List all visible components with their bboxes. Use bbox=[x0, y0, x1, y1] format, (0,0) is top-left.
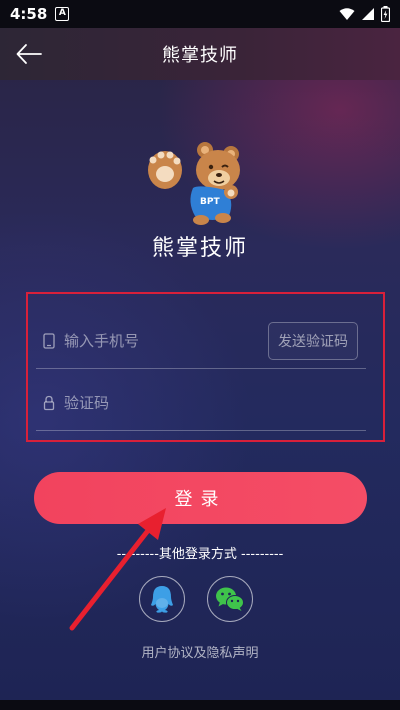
phone-field-row: 发送验证码 bbox=[36, 313, 366, 369]
wechat-icon bbox=[216, 587, 244, 611]
other-login-label: ---------其他登录方式 --------- bbox=[116, 547, 284, 562]
phone-icon bbox=[43, 332, 55, 349]
svg-text:BPT: BPT bbox=[200, 197, 220, 207]
status-icons bbox=[339, 6, 390, 22]
navigation-bar bbox=[0, 700, 400, 710]
code-field-row bbox=[36, 375, 366, 431]
wifi-icon bbox=[339, 8, 355, 20]
wechat-login-button[interactable] bbox=[207, 576, 253, 622]
status-time: 4:58 bbox=[10, 5, 48, 23]
brand-name: 熊掌技师 bbox=[151, 236, 248, 261]
back-arrow-icon[interactable] bbox=[14, 40, 44, 68]
page-title: 熊掌技师 bbox=[162, 45, 238, 66]
send-code-button[interactable]: 发送验证码 bbox=[268, 321, 358, 360]
login-button[interactable]: 登录 bbox=[34, 472, 367, 524]
notification-icon: A bbox=[55, 7, 70, 21]
signal-icon bbox=[362, 8, 374, 20]
status-bar: 4:58 A bbox=[0, 0, 400, 28]
phone-input[interactable] bbox=[64, 325, 268, 356]
battery-icon bbox=[381, 6, 390, 22]
lock-icon bbox=[43, 395, 55, 410]
bear-logo: BPT bbox=[148, 142, 240, 225]
code-input[interactable] bbox=[64, 387, 366, 418]
qq-login-button[interactable] bbox=[139, 576, 185, 622]
app-bar: 熊掌技师 bbox=[0, 28, 400, 80]
agreement-link[interactable]: 用户协议及隐私声明 bbox=[0, 642, 400, 661]
qq-icon bbox=[151, 586, 173, 613]
